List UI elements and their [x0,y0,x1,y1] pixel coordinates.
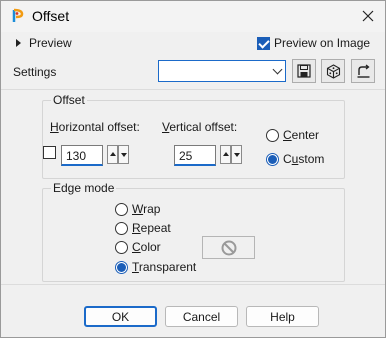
help-button-label: Help [270,309,295,324]
center-label-rest: enter [291,128,320,142]
wrap-label[interactable]: Wrap [132,202,160,216]
vertical-offset-label: Vertical offset: [162,120,238,134]
transparent-radio[interactable] [115,261,128,274]
cancel-button[interactable]: Cancel [165,306,238,327]
horizontal-offset-label-rest: orizontal offset: [58,120,140,134]
link-offsets-checkbox[interactable] [43,146,56,159]
edge-mode-group-title: Edge mode [51,181,117,195]
vertical-offset-input[interactable]: 25 [174,145,216,166]
ok-button-label: OK [111,309,130,324]
vertical-offset-label-rest: ertical offset: [169,120,238,134]
vertical-increment-button[interactable] [220,145,231,164]
dice-randomize-icon [326,63,340,79]
vertical-offset-stepper[interactable] [220,145,244,166]
app-logo-icon [10,8,26,24]
custom-label[interactable]: Custom [283,152,324,166]
settings-dropdown[interactable] [158,60,286,82]
vertical-decrement-button[interactable] [231,145,242,164]
center-radio[interactable] [266,129,279,142]
color-radio[interactable] [115,241,128,254]
settings-label: Settings [13,65,57,79]
expand-triangle-icon[interactable] [16,39,21,47]
cancel-button-label: Cancel [182,309,221,324]
repeat-label[interactable]: Repeat [132,221,171,235]
center-label[interactable]: Center [283,128,319,142]
preview-on-image-checkbox[interactable] [257,37,270,50]
horizontal-increment-button[interactable] [107,145,118,164]
wrap-radio[interactable] [115,203,128,216]
no-color-icon [221,240,236,255]
horizontal-offset-input[interactable]: 130 [61,145,103,166]
custom-label-rest: C [283,152,292,166]
horizontal-decrement-button[interactable] [118,145,129,164]
title-bar: Offset [1,1,385,32]
preview-row: Preview Preview on Image [1,35,385,53]
reset-arrow-icon [357,63,370,78]
color-label[interactable]: Color [132,240,161,254]
color-swatch-button[interactable] [202,236,255,259]
offset-group-title: Offset [51,93,87,107]
preview-toggle[interactable]: Preview [29,36,72,50]
help-button[interactable]: Help [246,306,319,327]
vertical-offset-value: 25 [179,149,193,163]
window-title: Offset [32,8,70,24]
close-icon [362,10,374,22]
preview-on-image-label[interactable]: Preview on Image [274,36,370,50]
custom-radio[interactable] [266,153,279,166]
ok-button[interactable]: OK [84,306,157,327]
edge-mode-group: Edge mode Wrap Repeat Color Transparent [42,181,345,282]
chevron-down-icon [272,64,283,75]
reset-button[interactable] [351,59,375,83]
horizontal-offset-value: 130 [66,149,87,163]
settings-panel: Offset Horizontal offset: Vertical offse… [1,89,385,285]
horizontal-offset-label: Horizontal offset: [50,120,140,134]
save-preset-button[interactable] [292,59,316,83]
transparent-label[interactable]: Transparent [132,260,196,274]
settings-row: Settings [1,59,385,85]
close-button[interactable] [355,4,381,28]
offset-dialog: Offset Preview Preview on Image Settings [0,0,386,338]
horizontal-offset-stepper[interactable] [107,145,131,166]
repeat-radio[interactable] [115,222,128,235]
offset-group: Offset Horizontal offset: Vertical offse… [42,93,345,179]
randomize-button[interactable] [321,59,345,83]
floppy-save-icon [297,64,311,78]
